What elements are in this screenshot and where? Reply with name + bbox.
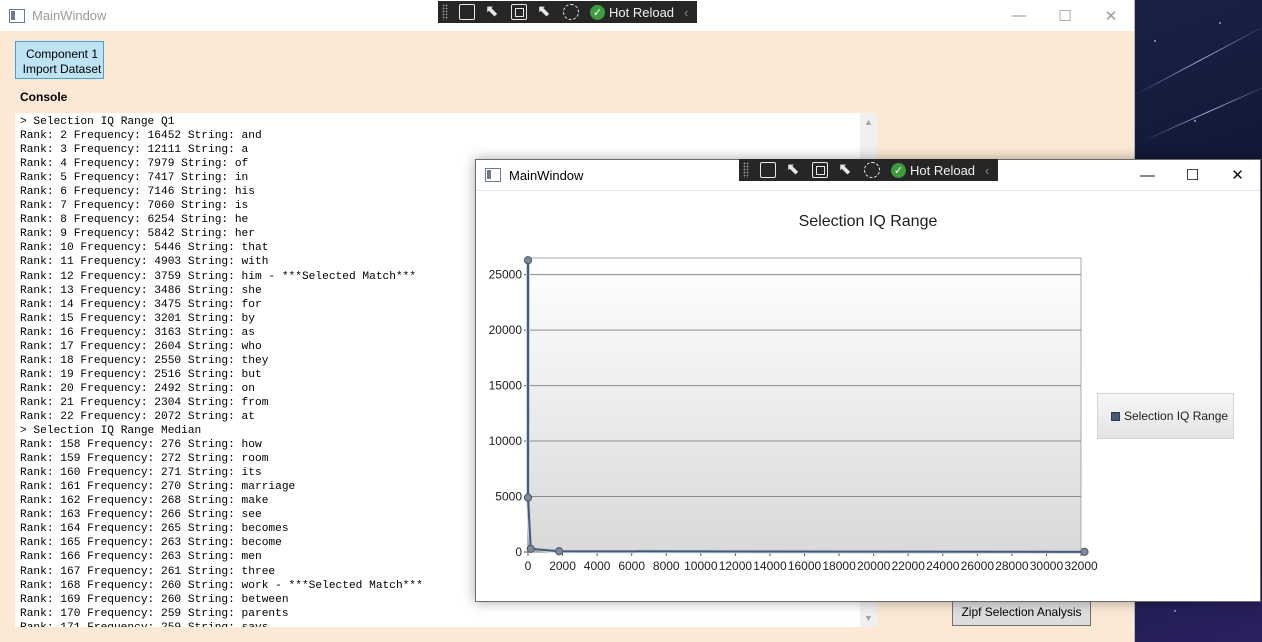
chart-window: MainWindow — ☐ ✕ Selection IQ Range 0 500… xyxy=(475,159,1261,602)
console-label: Console xyxy=(20,90,68,104)
maximize-button[interactable]: ☐ xyxy=(1170,160,1215,190)
x-tick-label: 26000 xyxy=(961,559,995,573)
y-tick-label: 25000 xyxy=(489,268,523,282)
live-visual-tree-icon[interactable] xyxy=(760,162,776,178)
y-tick-label: 20000 xyxy=(489,323,523,337)
hot-reload-label[interactable]: Hot Reload xyxy=(609,5,674,20)
data-point xyxy=(523,493,533,502)
x-tick-label: 18000 xyxy=(822,559,856,573)
window-app-icon xyxy=(9,8,25,23)
toolbar-grip-icon[interactable] xyxy=(442,4,448,20)
y-tick-label: 0 xyxy=(515,545,522,559)
import-dataset-button[interactable]: Component 1 Import Dataset xyxy=(15,41,104,79)
binding-failures-icon[interactable] xyxy=(563,4,579,20)
zipf-selection-analysis-button[interactable]: Zipf Selection Analysis xyxy=(952,598,1091,626)
hot-reload-toolbar: ✓ Hot Reload ‹ xyxy=(438,1,697,23)
y-tick-label: 10000 xyxy=(489,434,523,448)
x-tick-label: 12000 xyxy=(719,559,753,573)
chart-legend: Selection IQ Range xyxy=(1097,393,1234,439)
x-tick-label: 2000 xyxy=(549,559,576,573)
window-title: MainWindow xyxy=(32,8,107,23)
scroll-up-icon[interactable]: ▲ xyxy=(860,115,877,129)
plot-area xyxy=(527,257,1082,553)
close-button[interactable]: ✕ xyxy=(1215,160,1260,190)
minimize-button[interactable]: — xyxy=(1125,160,1170,190)
hot-reload-toolbar: ✓ Hot Reload ‹ xyxy=(739,159,998,181)
track-focused-element-icon[interactable] xyxy=(537,1,553,21)
live-visual-tree-icon[interactable] xyxy=(459,4,475,20)
legend-swatch xyxy=(1111,411,1120,421)
x-tick-label: 16000 xyxy=(788,559,822,573)
window-title: MainWindow xyxy=(509,167,584,183)
x-tick-label: 22000 xyxy=(892,559,926,573)
close-button[interactable]: ✕ xyxy=(1088,0,1134,31)
select-element-icon[interactable] xyxy=(485,1,501,21)
maximize-button[interactable]: ☐ xyxy=(1042,0,1088,31)
minimize-button[interactable]: — xyxy=(996,0,1042,31)
display-layout-adorners-icon[interactable] xyxy=(812,162,828,178)
x-tick-label: 8000 xyxy=(653,559,680,573)
legend-label: Selection IQ Range xyxy=(1124,409,1229,423)
y-tick-label: 5000 xyxy=(495,490,522,504)
data-point xyxy=(555,547,564,556)
data-point xyxy=(1080,547,1089,556)
y-tick-label: 15000 xyxy=(489,379,523,393)
check-circle-icon: ✓ xyxy=(590,4,605,20)
hot-reload-label[interactable]: Hot Reload xyxy=(910,163,975,178)
data-point xyxy=(523,256,533,265)
binding-failures-icon[interactable] xyxy=(864,162,880,178)
data-point xyxy=(526,544,535,553)
track-focused-element-icon[interactable] xyxy=(838,159,854,179)
x-tick-label: 14000 xyxy=(753,559,787,573)
display-layout-adorners-icon[interactable] xyxy=(511,4,527,20)
chevron-left-icon[interactable]: ‹ xyxy=(684,5,688,20)
x-tick-label: 10000 xyxy=(684,559,718,573)
window-app-icon xyxy=(485,168,501,182)
x-tick-label: 30000 xyxy=(1030,559,1064,573)
toolbar-grip-icon[interactable] xyxy=(743,162,749,178)
x-tick-label: 0 xyxy=(525,559,532,573)
x-tick-label: 32000 xyxy=(1064,559,1098,573)
x-tick-label: 4000 xyxy=(584,559,611,573)
x-tick-label: 24000 xyxy=(926,559,960,573)
scroll-down-icon[interactable]: ▼ xyxy=(860,611,877,625)
chevron-left-icon[interactable]: ‹ xyxy=(985,163,989,178)
x-tick-label: 6000 xyxy=(618,559,645,573)
x-tick-label: 28000 xyxy=(995,559,1029,573)
check-circle-icon: ✓ xyxy=(891,162,906,178)
select-element-icon[interactable] xyxy=(786,159,802,179)
x-tick-label: 20000 xyxy=(857,559,891,573)
